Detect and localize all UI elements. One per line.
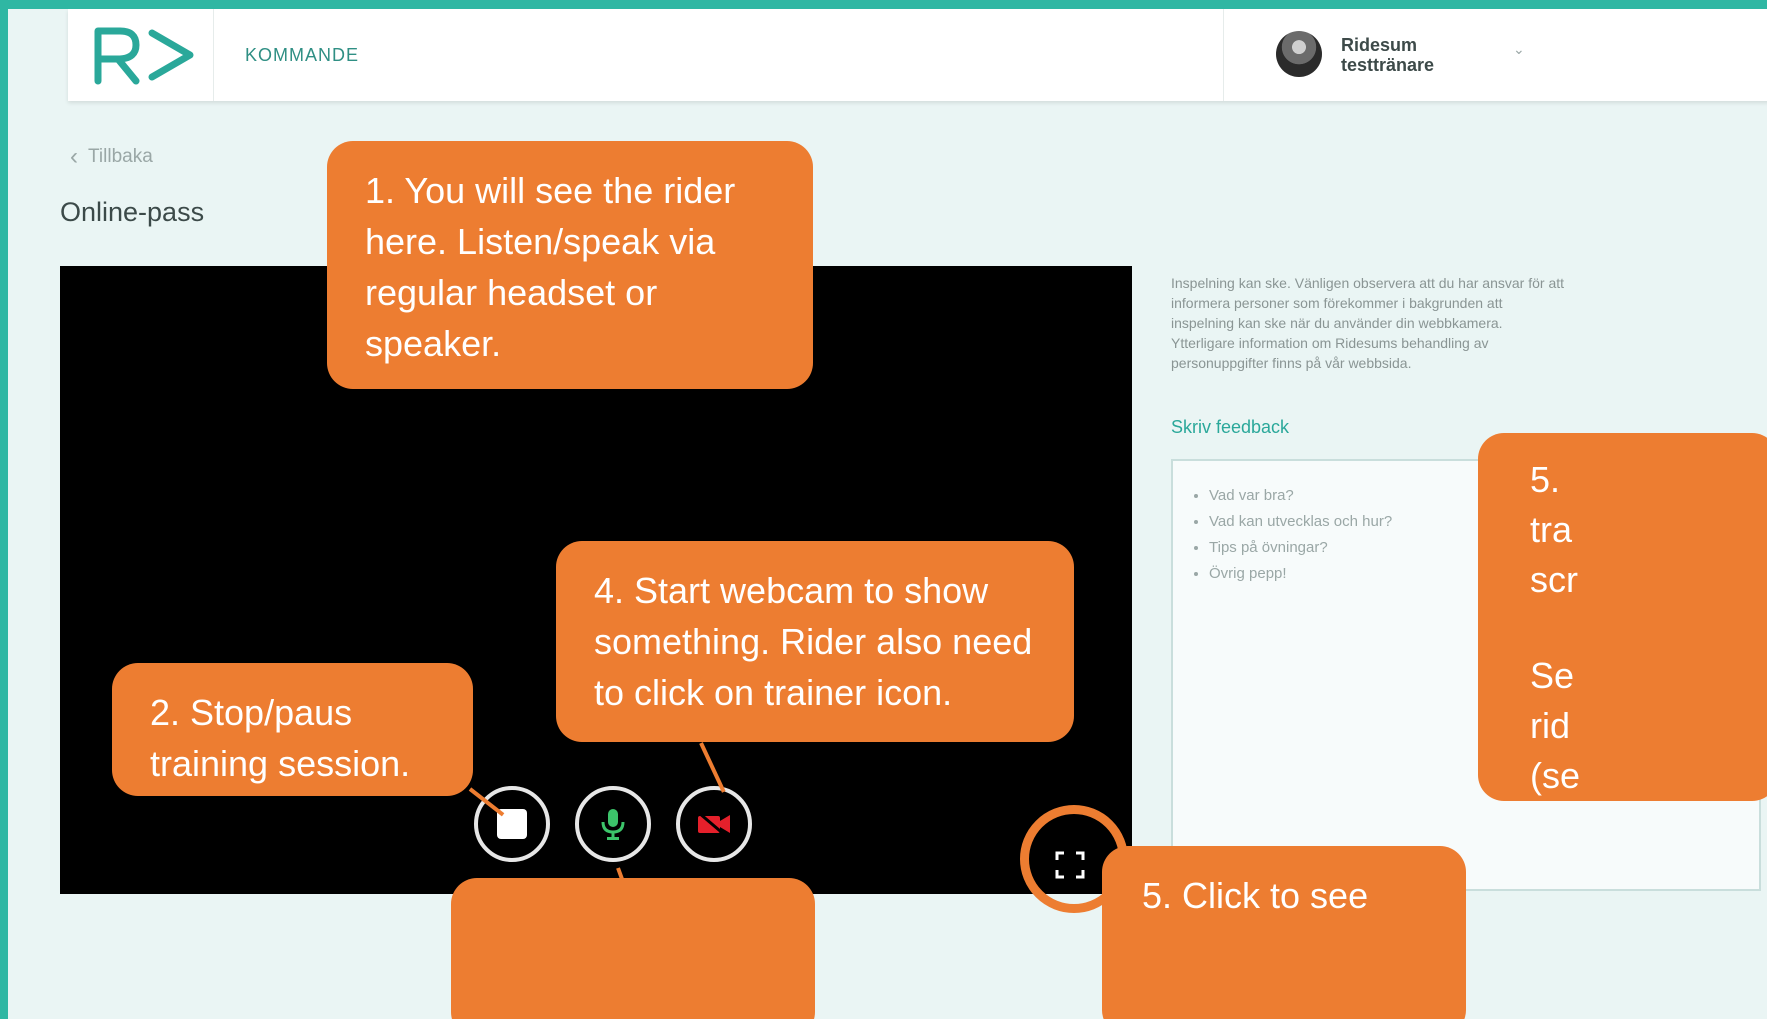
user-name-line1: Ridesum [1341, 35, 1418, 55]
user-name-line2: testtränare [1341, 55, 1435, 75]
feedback-placeholder-item: Vad var bra? [1209, 483, 1392, 509]
page-title: Online-pass [60, 197, 205, 227]
callout-5b-line3: scr [1530, 559, 1578, 600]
callout-1: 1. You will see the rider here. Listen/s… [327, 141, 813, 389]
back-label: Tillbaka [88, 146, 153, 167]
camera-button[interactable] [676, 786, 752, 862]
feedback-placeholder-item: Tips på övningar? [1209, 535, 1392, 561]
callout-5b-line4: Se [1530, 655, 1575, 696]
back-link[interactable]: ‹ Tillbaka [70, 143, 153, 171]
callout-5b-line5: rid [1530, 705, 1571, 746]
callout-5b: 5. tra scr Se rid (se [1478, 433, 1767, 801]
ridesum-logo[interactable] [92, 25, 200, 85]
nav-item-kommande[interactable]: KOMMANDE [245, 45, 359, 66]
microphone-button[interactable] [575, 786, 651, 862]
fullscreen-button[interactable] [1052, 847, 1088, 883]
user-name[interactable]: Ridesum testtränare [1341, 35, 1434, 75]
callout-3-partial [451, 878, 815, 1019]
callout-5a: 5. Click to see [1102, 846, 1466, 1019]
recording-info-text: Inspelning kan ske. Vänligen observera a… [1171, 275, 1565, 371]
callout-5b-line6: (se [1530, 755, 1581, 796]
top-header: KOMMANDE Ridesum testtränare ⌄ [68, 9, 1767, 101]
user-divider [1223, 9, 1224, 101]
feedback-placeholder-item: Vad kan utvecklas och hur? [1209, 509, 1392, 535]
avatar[interactable] [1276, 31, 1322, 77]
app-window: KOMMANDE Ridesum testtränare ⌄ ‹ Tillbaka… [8, 9, 1767, 1019]
camera-off-icon [698, 811, 730, 837]
callout-5b-line1: 5. [1530, 459, 1561, 500]
feedback-placeholder-item: Övrig pepp! [1209, 561, 1392, 587]
feedback-placeholder-list: Vad var bra? Vad kan utvecklas och hur? … [1173, 483, 1392, 587]
chevron-left-icon: ‹ [70, 143, 78, 170]
microphone-icon [601, 809, 625, 840]
feedback-label: Skriv feedback [1171, 417, 1290, 437]
chevron-down-icon[interactable]: ⌄ [1513, 41, 1525, 58]
callout-2: 2. Stop/paus training session. [112, 663, 473, 796]
stop-button[interactable] [474, 786, 550, 862]
logo-divider [213, 9, 214, 101]
fullscreen-icon [1055, 851, 1085, 879]
callout-5b-line2: tra [1530, 509, 1573, 550]
callout-4: 4. Start webcam to show something. Rider… [556, 541, 1074, 742]
